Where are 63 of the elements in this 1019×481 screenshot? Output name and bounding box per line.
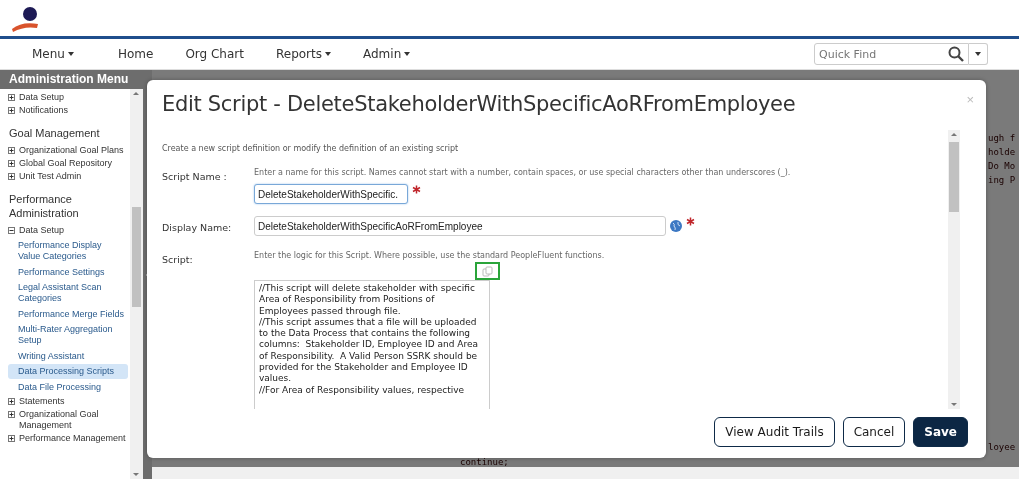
sidebar-title: Administration Menu <box>0 70 143 89</box>
code-text: ing P <box>988 175 1016 185</box>
dialog-title: Edit Script - DeleteStakeholderWithSpecificAoRFromEmployee <box>162 92 796 118</box>
sidebar-heading: Performance Administration <box>8 192 80 221</box>
save-button[interactable]: Save <box>913 417 968 447</box>
expand-icon[interactable] <box>8 160 15 167</box>
sidebar-item[interactable]: Statements <box>8 395 130 407</box>
field-label: Display Name: <box>162 221 233 235</box>
code-text: continue; <box>460 457 509 467</box>
scrollbar[interactable] <box>152 467 1019 479</box>
code-text: Do Mo <box>988 161 1016 171</box>
dialog-button[interactable]: Cancel <box>842 417 906 447</box>
copy-button[interactable] <box>475 262 500 280</box>
nav-item[interactable]: Reports <box>275 47 331 61</box>
copy-icon <box>482 265 493 277</box>
sidebar-item[interactable]: Organizational Goal Management <box>8 408 130 431</box>
sidebar-link[interactable]: Data Processing Scripts <box>8 364 128 379</box>
expand-icon[interactable] <box>8 434 15 442</box>
search-field[interactable]: Quick Find <box>814 43 969 66</box>
expand-icon[interactable] <box>8 173 15 180</box>
sidebar-link[interactable]: Legal Assistant Scan Categories <box>8 280 130 306</box>
expand-icon[interactable] <box>8 147 15 154</box>
field-label: Script Name : <box>162 170 228 184</box>
sidebar-item[interactable]: Data Setup <box>8 92 130 103</box>
expand-icon[interactable] <box>8 397 15 405</box>
nav-item[interactable]: Org Chart <box>185 47 244 61</box>
text-field[interactable]: DeleteStakeholderWithSpecificAoRFromEmployee <box>254 216 666 236</box>
nav-item[interactable]: Admin <box>363 47 411 61</box>
scrollbar[interactable] <box>948 130 960 409</box>
hint-text: Enter a name for this script. Names cannot start with a number, contain spaces, or use special characters other than underscores (_). <box>254 168 791 177</box>
field-label: Script: <box>162 253 194 267</box>
text-field[interactable]: DeleteStakeholderWithSpecific. <box>254 184 408 204</box>
scrollbar[interactable] <box>130 89 143 479</box>
code-text: holde <box>988 147 1016 157</box>
sidebar-item[interactable]: Data Setup <box>8 225 130 236</box>
intro-text: Create a new script definition or modify the definition of an existing script <box>162 144 460 153</box>
dropdown-button[interactable] <box>969 42 988 65</box>
hint-text: Enter the logic for this Script. Where possible, use the standard PeopleFluent functions. <box>254 251 605 260</box>
sidebar-link[interactable]: Performance Display Value Categories <box>8 238 130 264</box>
sidebar-link[interactable]: Performance Merge Fields <box>8 306 130 322</box>
sidebar-heading: Goal Management <box>8 126 101 141</box>
sidebar-link[interactable]: Data File Processing <box>8 379 130 395</box>
sidebar-item[interactable]: Notifications <box>8 105 130 116</box>
dialog-button[interactable]: View Audit Trails <box>714 417 835 447</box>
sidebar-link[interactable]: Writing Assistant <box>8 348 130 364</box>
sidebar-link[interactable]: Performance Settings <box>8 264 130 280</box>
expand-icon[interactable] <box>8 107 15 114</box>
collapse-icon[interactable] <box>8 227 15 234</box>
code-field[interactable]: //This script will delete stakeholder with specific Area of Responsibility from Positions of Employees passed through file. //This script assumes that a file will be uploaded to the Data Process that contains the following columns: Stakeholder ID, Employee ID and Area of Responsibility. A Valid Person SSRK should be provided for the Stakeholder and Employee ID values. //For Area of Responsibility values, respective <box>254 280 490 409</box>
expand-icon[interactable] <box>8 94 15 101</box>
search-icon[interactable] <box>948 45 964 62</box>
expand-icon[interactable] <box>8 410 15 418</box>
code-text: ugh f <box>988 133 1016 143</box>
caret-icon <box>975 51 981 56</box>
nav-item[interactable]: Menu <box>32 47 74 61</box>
sidebar-link[interactable]: Multi-Rater Aggregation Setup <box>8 322 130 348</box>
globe-icon[interactable] <box>670 220 682 232</box>
nav-item[interactable]: Home <box>117 47 154 61</box>
sidebar-item[interactable]: Unit Test Admin <box>8 171 130 182</box>
sidebar-item[interactable]: Organizational Goal Plans <box>8 145 130 156</box>
sidebar-item[interactable]: Performance Management <box>8 432 130 444</box>
code-text: loyee <box>988 442 1016 452</box>
sidebar-item[interactable]: Global Goal Repository <box>8 158 130 169</box>
